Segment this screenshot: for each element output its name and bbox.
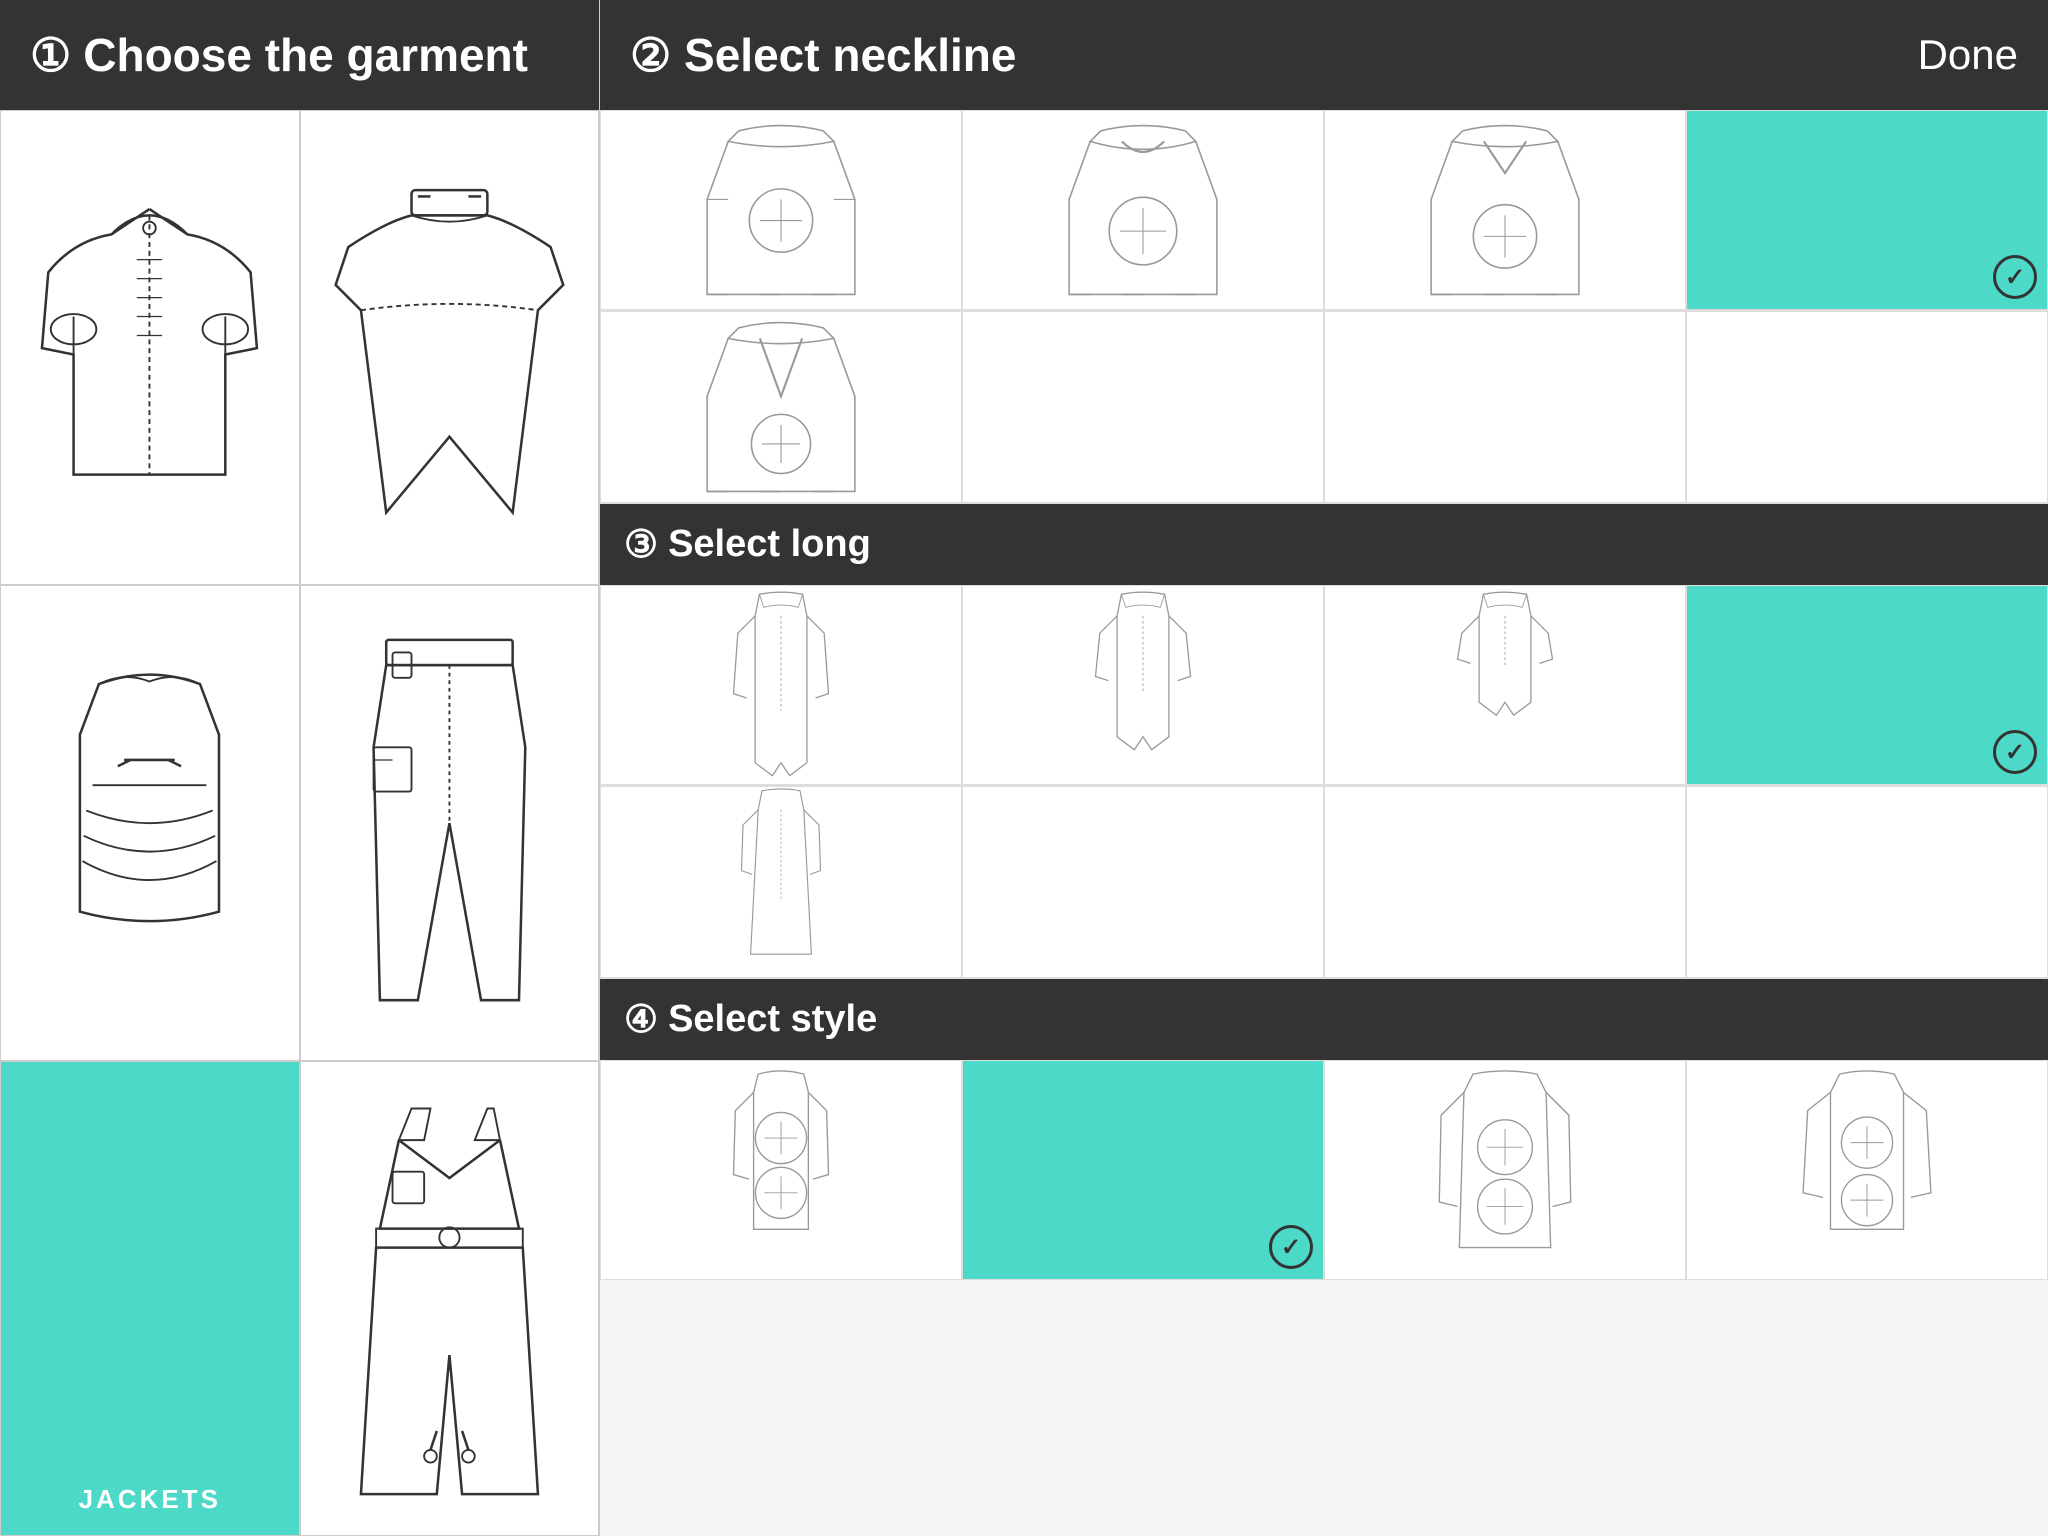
style-check [1269, 1225, 1313, 1269]
left-panel: ① Choose the garment [0, 0, 600, 1536]
length-full[interactable] [600, 585, 962, 785]
bustier-icon [23, 622, 276, 1024]
cape-icon [323, 147, 576, 549]
jumpsuit-icon [323, 1097, 576, 1499]
main-container: ① Choose the garment [0, 0, 2048, 1536]
length-empty-2 [962, 786, 1324, 978]
crew-neck-icon [637, 115, 925, 305]
left-header-title: Choose the garment [83, 28, 528, 82]
length-sleeveless-short[interactable] [1686, 585, 2048, 785]
jacket-label: JACKETS [1, 1484, 299, 1515]
left-header: ① Choose the garment [0, 0, 599, 110]
style-2-icon [999, 1065, 1287, 1275]
neckline-crew[interactable] [600, 110, 962, 310]
garment-bustier[interactable] [0, 585, 300, 1060]
style-4-icon [1723, 1065, 2011, 1275]
garment-trousers[interactable] [300, 585, 600, 1060]
jacket-icon [23, 1097, 276, 1499]
garment-jumpsuit[interactable] [300, 1061, 600, 1536]
neckline-options-row1 [600, 110, 2048, 311]
length-options-row1 [600, 585, 2048, 786]
style-flared[interactable] [962, 1060, 1324, 1280]
right-header: ② Select neckline Done [600, 0, 2048, 110]
length-title: Select long [668, 523, 871, 566]
length-section-header: ③ Select long [600, 504, 2048, 585]
style-fitted[interactable] [600, 1060, 962, 1280]
step-3-num: ③ [624, 522, 658, 567]
neckline-empty-4 [1686, 311, 2048, 503]
length-check [1993, 730, 2037, 774]
short-length-icon [1361, 590, 1649, 780]
step-4-num: ④ [624, 997, 658, 1042]
garment-grid: JACKETS [0, 110, 599, 1536]
style-1-icon [637, 1065, 925, 1275]
style-section-header: ④ Select style [600, 979, 2048, 1060]
style-longsleeved-2[interactable] [1686, 1060, 2048, 1280]
style-longsleeved[interactable] [1324, 1060, 1686, 1280]
neckline-options-row2 [600, 311, 2048, 504]
neckline-header-title: ② Select neckline [630, 28, 1016, 82]
neckline-empty-2 [962, 311, 1324, 503]
done-button[interactable]: Done [1918, 31, 2018, 79]
blouse-icon [23, 147, 276, 549]
dress-length-icon [637, 787, 925, 977]
neckline-empty-3 [1324, 311, 1686, 503]
right-panel: ② Select neckline Done [600, 0, 2048, 1536]
length-empty-3 [1324, 786, 1686, 978]
length-short[interactable] [1324, 585, 1686, 785]
trousers-icon [323, 622, 576, 1024]
length-empty-4 [1686, 786, 2048, 978]
midi-length-icon [999, 590, 1287, 780]
neckline-round[interactable] [962, 110, 1324, 310]
style-title: Select style [668, 998, 877, 1041]
deep-v-neck-icon [637, 312, 925, 502]
garment-blouse[interactable] [0, 110, 300, 585]
neckline-check [1993, 255, 2037, 299]
neckline-deep-v[interactable] [600, 311, 962, 503]
full-length-icon [637, 590, 925, 780]
round-neck-icon [999, 115, 1287, 305]
length-dress[interactable] [600, 786, 962, 978]
step-1-num: ① [30, 28, 71, 82]
length-options-row2 [600, 786, 2048, 979]
step-2-num: ② [630, 29, 671, 81]
style-3-icon [1361, 1065, 1649, 1275]
neckline-turtleneck[interactable] [1686, 110, 2048, 310]
turtleneck-icon [1723, 115, 2011, 305]
garment-cape[interactable] [300, 110, 600, 585]
sleeveless-short-icon [1723, 590, 2011, 780]
style-options [600, 1060, 2048, 1280]
neckline-v[interactable] [1324, 110, 1686, 310]
length-midi[interactable] [962, 585, 1324, 785]
neckline-title-text: Select neckline [684, 29, 1016, 81]
v-neck-icon [1361, 115, 1649, 305]
garment-jacket[interactable]: JACKETS [0, 1061, 300, 1536]
